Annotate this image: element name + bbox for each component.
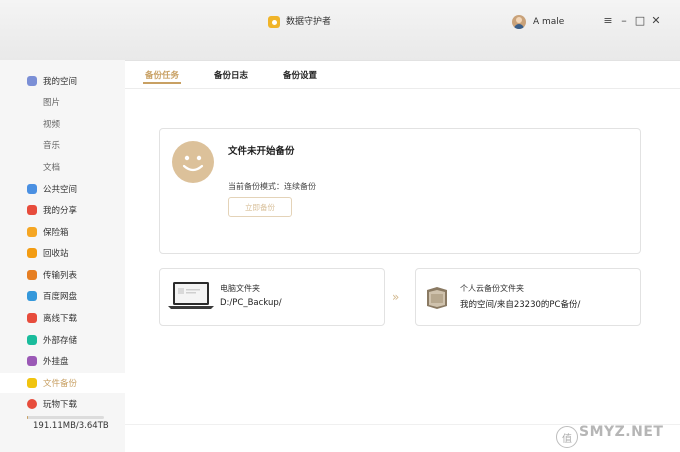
- app-title: 数据守护者: [286, 17, 332, 27]
- storage-usage-text: 191.11MB/3.64TB: [33, 421, 109, 431]
- sidebar-item-label: 文档: [43, 163, 61, 173]
- menu-icon[interactable]: ≡: [601, 14, 615, 28]
- watermark-text: SMYZ.NET: [579, 424, 664, 440]
- sidebar-item-mounted-disk[interactable]: 外挂盘: [0, 351, 125, 371]
- source-folder-label: 电脑文件夹: [220, 284, 260, 293]
- source-folder-card[interactable]: 电脑文件夹 D:/PC_Backup/: [159, 268, 385, 326]
- paper-plane-icon: [27, 184, 37, 194]
- sidebar-item-label: 文件备份: [43, 379, 78, 389]
- sidebar-item-wanwu-download[interactable]: 玩物下载: [0, 394, 125, 414]
- sidebar-item-label: 离线下载: [43, 314, 78, 324]
- sidebar-item-file-backup[interactable]: 文件备份: [0, 373, 125, 393]
- sidebar-item-label: 视频: [43, 120, 61, 130]
- target-folder-path: 我的空间/来自23230的PC备份/: [460, 300, 581, 310]
- safe-icon: [27, 227, 37, 237]
- sidebar-item-label: 保险箱: [43, 228, 69, 238]
- sidebar-item-baidu-netdisk[interactable]: 百度网盘: [0, 286, 125, 306]
- transfer-icon: [27, 270, 37, 280]
- sidebar-item-offline-download[interactable]: 离线下载: [0, 308, 125, 328]
- app-window: 数据守护者 A male ≡ – □ ✕ 我的空间 图片 视频 音乐 文档 公共…: [0, 0, 680, 452]
- active-tab-underline: [143, 82, 181, 84]
- sidebar-item-videos[interactable]: 视频: [0, 114, 125, 134]
- sidebar-item-recycle-bin[interactable]: 回收站: [0, 243, 125, 263]
- sidebar-item-documents[interactable]: 文档: [0, 157, 125, 177]
- sidebar-item-label: 公共空间: [43, 185, 78, 195]
- user-name[interactable]: A male: [533, 16, 564, 28]
- sidebar-item-public-space[interactable]: 公共空间: [0, 179, 125, 199]
- sidebar-item-transfer-list[interactable]: 传输列表: [0, 265, 125, 285]
- sidebar-item-my-space[interactable]: 我的空间: [0, 71, 125, 91]
- backup-status-card: 文件未开始备份 当前备份模式：连续备份 立即备份: [159, 128, 641, 254]
- smiley-face-icon: [172, 141, 214, 183]
- sidebar-item-my-shares[interactable]: 我的分享: [0, 200, 125, 220]
- title-bar: 数据守护者 A male ≡ – □ ✕: [0, 0, 680, 61]
- storage-progress-bar: [27, 416, 104, 419]
- sidebar-item-label: 玩物下载: [43, 400, 78, 410]
- trash-icon: [27, 248, 37, 258]
- target-folder-card[interactable]: 个人云备份文件夹 我的空间/来自23230的PC备份/: [415, 268, 641, 326]
- watermark-badge: 值: [556, 426, 578, 448]
- backup-mode-text: 当前备份模式：连续备份: [228, 182, 316, 191]
- tab-backup-settings[interactable]: 备份设置: [283, 69, 317, 81]
- folder-icon: [27, 76, 37, 86]
- sidebar-item-label: 外挂盘: [43, 357, 69, 367]
- share-icon: [27, 205, 37, 215]
- sidebar-item-label: 回收站: [43, 249, 69, 259]
- minimize-button[interactable]: –: [617, 14, 631, 28]
- sidebar: 我的空间 图片 视频 音乐 文档 公共空间 我的分享 保险箱 回收站 传输列表 …: [0, 60, 125, 452]
- sidebar-item-label: 我的空间: [43, 77, 78, 87]
- sidebar-item-label: 外部存储: [43, 336, 78, 346]
- sidebar-item-label: 图片: [43, 98, 61, 108]
- maximize-button[interactable]: □: [633, 14, 647, 28]
- start-backup-button[interactable]: 立即备份: [228, 197, 292, 217]
- backup-icon: [27, 378, 37, 388]
- close-button[interactable]: ✕: [649, 14, 663, 28]
- download-icon: [27, 313, 37, 323]
- tab-backup-log[interactable]: 备份日志: [214, 69, 248, 81]
- target-folder-label: 个人云备份文件夹: [460, 284, 524, 293]
- download-icon: [27, 399, 37, 409]
- nas-device-icon: [427, 287, 447, 309]
- laptop-icon: [168, 282, 214, 309]
- user-avatar[interactable]: [512, 15, 526, 29]
- sidebar-item-label: 音乐: [43, 141, 61, 151]
- sidebar-item-music[interactable]: 音乐: [0, 135, 125, 155]
- double-chevron-right-icon: »: [392, 290, 400, 304]
- usb-icon: [27, 335, 37, 345]
- tab-backup-tasks[interactable]: 备份任务: [145, 69, 179, 81]
- tab-bar: 备份任务 备份日志 备份设置: [125, 60, 680, 89]
- backup-status-title: 文件未开始备份: [228, 146, 295, 157]
- source-folder-path: D:/PC_Backup/: [220, 298, 282, 308]
- cloud-icon: [27, 291, 37, 301]
- disk-icon: [27, 356, 37, 366]
- sidebar-item-label: 百度网盘: [43, 292, 78, 302]
- sidebar-item-label: 传输列表: [43, 271, 78, 281]
- sidebar-item-label: 我的分享: [43, 206, 78, 216]
- app-logo-icon: [268, 16, 280, 28]
- sidebar-item-pictures[interactable]: 图片: [0, 92, 125, 112]
- sidebar-item-external-storage[interactable]: 外部存储: [0, 330, 125, 350]
- sidebar-item-safe[interactable]: 保险箱: [0, 222, 125, 242]
- storage-progress-fill: [27, 416, 29, 419]
